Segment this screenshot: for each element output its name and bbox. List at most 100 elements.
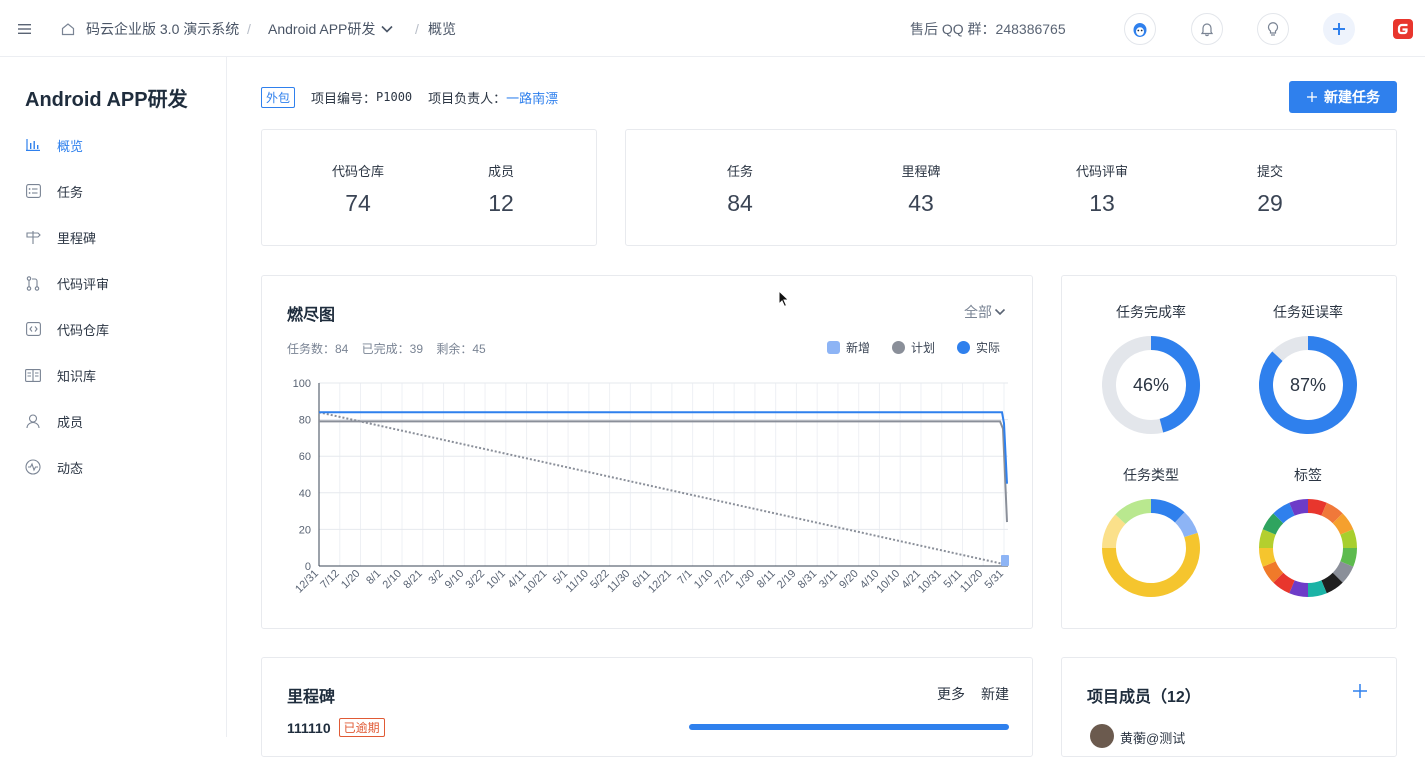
- ring-segment-tag: [1340, 547, 1357, 567]
- sidebar: Android APP研发 概览 任务 里程碑 代码评审 代码仓库 知识库 成员…: [0, 57, 227, 737]
- stat-label: 代码评审: [1075, 164, 1128, 179]
- ring-value-completion: 46%: [1132, 375, 1170, 395]
- ring-charts: [1102, 336, 1357, 597]
- plus-icon: [1307, 92, 1317, 102]
- sidebar-item-label: 里程碑: [57, 230, 97, 246]
- stat-members[interactable]: 成员 12: [451, 161, 551, 217]
- milestone-name: 111110: [287, 719, 331, 736]
- code-repo-icon: [25, 321, 41, 337]
- milestone-item[interactable]: 111110 已逾期: [287, 718, 385, 737]
- breadcrumb-project[interactable]: Android APP研发: [268, 0, 375, 57]
- ring-segment-tag: [1321, 572, 1343, 594]
- milestones-card: 里程碑 更多 新建 111110 已逾期: [261, 657, 1033, 757]
- sidebar-item-members[interactable]: 成员: [25, 409, 83, 433]
- outsource-tag: 外包: [261, 86, 296, 108]
- stat-code-reviews[interactable]: 代码评审 13: [1052, 161, 1152, 217]
- user-icon: [25, 413, 41, 429]
- home-icon[interactable]: [61, 0, 75, 57]
- ring-segment-tag: [1273, 572, 1295, 594]
- y-tick-label: 80: [299, 415, 311, 427]
- gitee-logo[interactable]: [1393, 0, 1413, 57]
- signpost-icon: [25, 229, 41, 245]
- bell-icon[interactable]: [1191, 13, 1223, 45]
- milestone-progress-fill: [689, 724, 1009, 730]
- x-tick-label: 10/1: [484, 568, 508, 592]
- chevron-down-icon: [994, 308, 1006, 316]
- x-tick-label: 2/10: [381, 568, 405, 592]
- qq-group-text: 售后 QQ 群：248386765: [910, 20, 1066, 37]
- activity-icon: [25, 459, 41, 475]
- burndown-filter[interactable]: 全部: [964, 302, 1006, 322]
- task-stats-card: 任务完成率 任务延误率 任务类型 标签 46% 87%: [1061, 275, 1397, 629]
- ring-segment-tag: [1332, 561, 1354, 583]
- stat-label: 任务: [726, 164, 753, 179]
- milestones-more-link[interactable]: 更多: [937, 684, 965, 704]
- sidebar-item-activity[interactable]: 动态: [25, 455, 83, 479]
- x-tick-label: 12/21: [646, 568, 674, 596]
- mascot-icon[interactable]: [1124, 13, 1156, 45]
- stats-card-left: 代码仓库 74 成员 12: [261, 129, 597, 246]
- sidebar-item-label: 代码仓库: [57, 322, 110, 338]
- new-task-button[interactable]: 新建任务: [1289, 81, 1397, 113]
- legend-new[interactable]: 新增: [827, 339, 870, 356]
- chevron-down-icon[interactable]: [380, 0, 394, 57]
- breadcrumb-separator: /: [247, 20, 251, 37]
- x-tick-label: 10/21: [522, 568, 550, 596]
- breadcrumb-page: 概览: [428, 20, 456, 37]
- ring-segment-type: [1115, 499, 1152, 525]
- sidebar-item-tasks[interactable]: 任务: [25, 179, 83, 203]
- owner-link[interactable]: 一路南漂: [506, 88, 558, 107]
- stat-label: 提交: [1256, 164, 1283, 179]
- y-tick-label: 40: [299, 488, 311, 500]
- legend-plan[interactable]: 计划: [892, 339, 935, 356]
- breadcrumb-separator: /: [415, 20, 419, 37]
- ring-segment-tag: [1332, 513, 1354, 535]
- avatar[interactable]: [1090, 724, 1114, 748]
- x-tick-label: 7/21: [713, 568, 737, 592]
- menu-icon[interactable]: [18, 0, 32, 57]
- ring-segment-tag: [1307, 499, 1327, 516]
- sidebar-item-wiki[interactable]: 知识库: [25, 363, 96, 387]
- x-tick-label: 12/31: [293, 568, 321, 596]
- x-tick-label: 7/12: [318, 568, 342, 592]
- add-member-icon[interactable]: [1352, 683, 1368, 704]
- bar-chart-icon: [25, 137, 41, 153]
- member-name[interactable]: 黄蘅@测试: [1120, 728, 1185, 747]
- milestones-new-link[interactable]: 新建: [981, 684, 1009, 704]
- plus-icon[interactable]: [1323, 13, 1355, 45]
- stat-label: 代码仓库: [331, 164, 384, 179]
- burndown-card: 燃尽图 全部 任务数：84 已完成：39 剩余：45 新增 计划 实际 0 20 4…: [261, 275, 1033, 629]
- ring-segment-tag: [1259, 547, 1276, 567]
- milestones-title: 里程碑: [287, 689, 336, 706]
- stat-commits[interactable]: 提交 29: [1220, 161, 1320, 217]
- project-info: 外包 项目编号： P1000 项目负责人： 一路南漂: [261, 86, 558, 108]
- sidebar-item-overview[interactable]: 概览: [25, 133, 83, 157]
- sidebar-item-code-review[interactable]: 代码评审: [25, 271, 109, 295]
- breadcrumb-org[interactable]: 码云企业版 3.0 演示系统: [86, 0, 239, 57]
- stat-value: 12: [488, 190, 514, 216]
- mouse-cursor: [778, 290, 790, 308]
- ring-segment-tag: [1289, 580, 1309, 597]
- y-tick-label: 60: [299, 451, 311, 463]
- sidebar-item-milestones[interactable]: 里程碑: [25, 225, 96, 249]
- stat-milestones[interactable]: 里程碑 43: [871, 161, 971, 217]
- ring-segment-tag: [1340, 529, 1357, 549]
- new-bar: [1001, 555, 1009, 566]
- ring-segment-type: [1102, 514, 1126, 549]
- stat-value: 84: [727, 190, 753, 216]
- lightbulb-icon[interactable]: [1257, 13, 1289, 45]
- actual-series-line: [319, 411, 1008, 484]
- stat-value: 43: [908, 190, 934, 216]
- x-tick-label: 11/20: [958, 568, 985, 595]
- x-tick-label: 8/11: [755, 568, 778, 591]
- stat-repos[interactable]: 代码仓库 74: [308, 161, 408, 217]
- stat-tasks[interactable]: 任务 84: [690, 161, 790, 217]
- legend-actual[interactable]: 实际: [957, 339, 1000, 356]
- sidebar-item-label: 成员: [57, 414, 84, 430]
- ring-segment-tag: [1289, 499, 1309, 516]
- x-tick-label: 2/19: [775, 568, 799, 592]
- sidebar-item-repos[interactable]: 代码仓库: [25, 317, 109, 341]
- stat-value: 29: [1257, 190, 1283, 216]
- ring-segment-type: [1174, 512, 1198, 538]
- burndown-legend: 新增 计划 实际: [805, 339, 1000, 356]
